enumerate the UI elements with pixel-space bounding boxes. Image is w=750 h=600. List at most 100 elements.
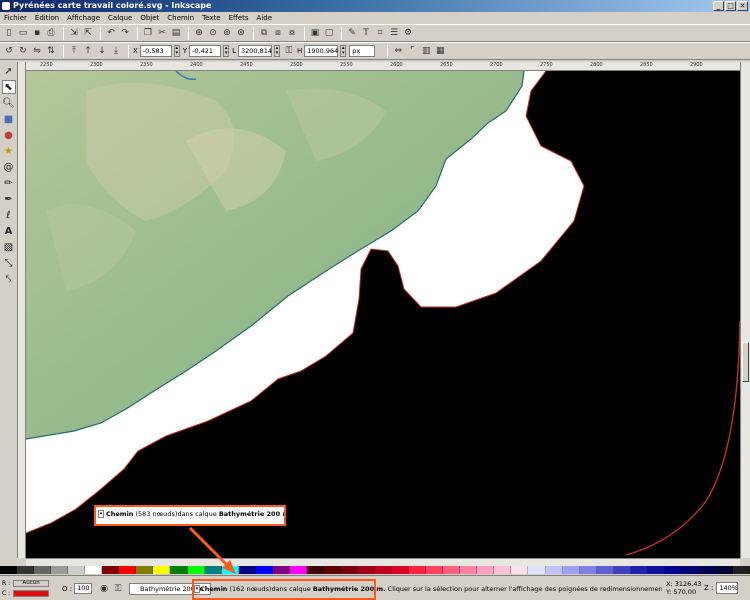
menu-effets[interactable]: Effets [229,12,249,24]
palette-swatch[interactable] [613,566,631,574]
palette-swatch[interactable] [272,566,290,574]
drawing-canvas[interactable] [26,71,740,558]
palette-swatch[interactable] [545,566,563,574]
palette-swatch[interactable] [340,566,358,574]
y-spinner[interactable]: ▴ ▾ [223,45,230,57]
rotate-ccw-icon[interactable]: ↺ [3,45,15,57]
palette-swatch[interactable] [375,566,393,574]
palette-swatch[interactable] [306,566,324,574]
flip-vertical-icon[interactable]: ⇅ [45,45,57,57]
fill-stroke-icon[interactable]: ✎ [346,27,358,39]
unlink-clone-icon[interactable]: ⧇ [286,27,298,39]
ungroup-icon[interactable]: ▢ [323,27,335,39]
cut-icon[interactable]: ✂ [156,27,168,39]
zoom-icon[interactable]: 🔍︎ [2,96,16,110]
menu-calque[interactable]: Calque [108,12,132,24]
export-icon[interactable]: ⇱ [82,27,94,39]
palette-swatch[interactable] [17,566,35,574]
import-icon[interactable]: ⇲ [68,27,80,39]
palette-swatch[interactable] [170,566,188,574]
print-icon[interactable]: ⎙ [45,27,57,39]
redo-icon[interactable]: ↷ [119,27,131,39]
palette-swatch[interactable] [68,566,86,574]
x-input[interactable]: -0,583 [139,45,172,57]
star-icon[interactable]: ★ [2,144,16,158]
flip-horizontal-icon[interactable]: ⇋ [31,45,43,57]
palette-swatch[interactable] [187,566,205,574]
pen-icon[interactable]: ✒ [2,192,16,206]
palette-swatch[interactable] [477,566,495,574]
palette-swatch[interactable] [630,566,648,574]
dropper-icon[interactable]: ⤣ [2,272,16,286]
preferences-icon[interactable]: ⚙ [402,27,414,39]
palette-swatch[interactable] [562,566,580,574]
open-icon[interactable]: ▭ [17,27,29,39]
text-icon[interactable]: A [2,224,16,238]
palette-swatch[interactable] [34,566,52,574]
new-document-icon[interactable]: ▯ [3,27,15,39]
transform-patterns-icon[interactable]: ▦ [434,45,446,57]
menu-edition[interactable]: Édition [35,12,59,24]
maximize-button[interactable]: □ [725,1,736,11]
palette-swatch[interactable] [409,566,427,574]
selector-icon[interactable]: ➚ [2,64,16,78]
ellipse-icon[interactable]: ● [2,128,16,142]
layer-lock-icon[interactable]: ⚿ [112,583,124,595]
height-spinner[interactable]: ▴ ▾ [340,45,347,57]
zoom-page-icon[interactable]: ⊚ [221,27,233,39]
lower-icon[interactable]: ↓ [96,45,108,57]
clone-icon[interactable]: ⧈ [272,27,284,39]
palette-swatch[interactable] [221,566,239,574]
minimize-button[interactable]: _ [713,1,724,11]
height-input[interactable]: 1900,964 [304,45,338,57]
width-input[interactable]: 3200,814 [237,45,272,57]
lock-ratio-icon[interactable]: ⚿ [283,45,295,57]
palette-swatch[interactable] [528,566,546,574]
palette-swatch[interactable] [596,566,614,574]
spiral-icon[interactable]: @ [2,160,16,174]
palette-swatch[interactable] [153,566,171,574]
transform-gradients-icon[interactable]: ▥ [420,45,432,57]
lower-bottom-icon[interactable]: ⤓ [110,45,122,57]
group-icon[interactable]: ▣ [309,27,321,39]
y-input[interactable]: -0,421 [189,45,222,57]
palette-swatch[interactable] [698,566,716,574]
rotate-cw-icon[interactable]: ↻ [17,45,29,57]
palette-swatch[interactable] [204,566,222,574]
palette-swatch[interactable] [255,566,273,574]
close-button[interactable]: ✕ [737,1,748,11]
zoom-drawing-icon[interactable]: ⊙ [207,27,219,39]
rect-icon[interactable]: ■ [2,112,16,126]
zoom-input[interactable]: 140% [716,582,739,594]
paste-icon[interactable]: ▤ [170,27,182,39]
undo-icon[interactable]: ↶ [105,27,117,39]
menu-objet[interactable]: Objet [140,12,159,24]
palette-swatch[interactable] [443,566,461,574]
unit-select[interactable]: px [349,45,376,57]
menu-texte[interactable]: Texte [202,12,220,24]
duplicate-icon[interactable]: ⧉ [258,27,270,39]
pencil-icon[interactable]: ✏ [2,176,16,190]
palette-swatch[interactable] [136,566,154,574]
palette-swatch[interactable] [681,566,699,574]
palette-swatch[interactable] [357,566,376,574]
raise-top-icon[interactable]: ⤒ [68,45,80,57]
palette-swatch[interactable] [289,566,307,574]
connector-icon[interactable]: ⤡ [2,256,16,270]
raise-icon[interactable]: ↑ [82,45,94,57]
menu-affichage[interactable]: Affichage [67,12,100,24]
align-distribute-icon[interactable]: ☰ [388,27,400,39]
scrollbar-thumb[interactable] [742,342,749,382]
opacity-input[interactable]: 100 [74,583,93,594]
palette-swatch[interactable] [51,566,69,574]
scale-stroke-icon[interactable]: ⇔ [392,45,404,57]
scale-corners-icon[interactable]: ⌜ [406,45,418,57]
fill-swatch[interactable]: Aucun [13,579,50,587]
palette-swatch[interactable] [323,566,341,574]
copy-icon[interactable]: ❐ [142,27,154,39]
palette-swatch[interactable] [579,566,597,574]
palette-swatch[interactable] [715,566,734,574]
text-font-icon[interactable]: T [360,27,372,39]
palette-swatch[interactable] [733,566,750,574]
palette-swatch[interactable] [647,566,665,574]
